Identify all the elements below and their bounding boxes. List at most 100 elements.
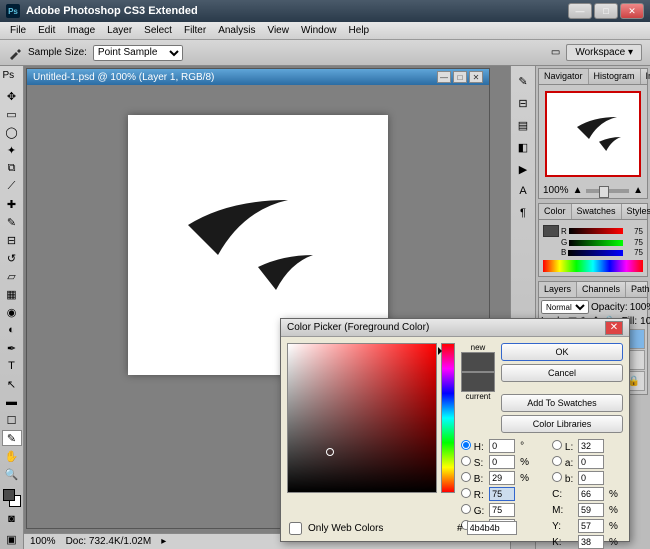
h-radio[interactable] (461, 440, 471, 450)
navigator-thumbnail[interactable] (545, 91, 641, 177)
tab-color[interactable]: Color (539, 204, 572, 219)
wand-tool[interactable]: ✦ (2, 143, 22, 159)
pen-tool[interactable]: ✒ (2, 340, 22, 356)
shape-tool[interactable]: ▬ (2, 394, 22, 410)
hue-slider[interactable] (441, 343, 455, 493)
move-tool[interactable]: ✥ (2, 89, 22, 105)
zoom-slider[interactable] (586, 189, 629, 193)
blend-mode-select[interactable]: Normal (541, 300, 589, 314)
doc-minimize[interactable]: — (437, 71, 451, 83)
b-input[interactable] (489, 471, 515, 485)
gradient-tool[interactable]: ▦ (2, 286, 22, 302)
screenmode-toggle[interactable]: ▣ (2, 530, 22, 548)
s-radio[interactable] (461, 456, 471, 466)
cancel-button[interactable]: Cancel (501, 364, 623, 382)
r-slider[interactable] (569, 228, 623, 234)
tab-layers[interactable]: Layers (539, 282, 577, 297)
color-field[interactable] (287, 343, 437, 493)
brushes-icon[interactable]: ✎ (513, 71, 533, 91)
color-marker[interactable] (326, 448, 334, 456)
h-input[interactable] (489, 439, 515, 453)
tab-histogram[interactable]: Histogram (589, 69, 641, 84)
tab-channels[interactable]: Channels (577, 282, 626, 297)
tab-styles[interactable]: Styles (622, 204, 650, 219)
doc-close[interactable]: ✕ (469, 71, 483, 83)
toolpresets-icon[interactable]: ▤ (513, 115, 533, 135)
r-value[interactable]: 75 (625, 227, 643, 236)
slice-tool[interactable]: ⟋ (2, 179, 22, 195)
status-menu-icon[interactable]: ▸ (161, 536, 166, 547)
dialog-titlebar[interactable]: Color Picker (Foreground Color) ✕ (281, 319, 629, 337)
color-panel-swatch[interactable] (543, 225, 559, 237)
menu-layer[interactable]: Layer (101, 23, 138, 38)
doc-maximize[interactable]: □ (453, 71, 467, 83)
l-input[interactable] (578, 439, 604, 453)
g-slider[interactable] (569, 240, 623, 246)
menu-filter[interactable]: Filter (178, 23, 212, 38)
type-tool[interactable]: T (2, 358, 22, 374)
y-input[interactable] (578, 519, 604, 533)
hex-input[interactable] (467, 521, 517, 535)
opacity-value[interactable]: 100% (630, 302, 650, 313)
brush-tool[interactable]: ✎ (2, 215, 22, 231)
a-radio[interactable] (552, 456, 562, 466)
b-value[interactable]: 75 (625, 248, 643, 257)
blur-tool[interactable]: ◉ (2, 304, 22, 320)
only-web-checkbox[interactable] (289, 522, 302, 535)
color-swatches[interactable] (3, 489, 21, 507)
close-button[interactable]: ✕ (620, 3, 644, 19)
workspace-button[interactable]: Workspace ▾ (566, 44, 642, 61)
zoom-tool[interactable]: 🔍 (2, 466, 22, 482)
tab-info[interactable]: Info (641, 69, 650, 84)
g-input[interactable] (489, 503, 515, 517)
add-swatches-button[interactable]: Add To Swatches (501, 394, 623, 412)
menu-select[interactable]: Select (138, 23, 178, 38)
g-radio[interactable] (461, 504, 471, 514)
zoom-readout[interactable]: 100% (30, 536, 56, 547)
layercomps-icon[interactable]: ◧ (513, 137, 533, 157)
menu-view[interactable]: View (261, 23, 295, 38)
b-slider[interactable] (568, 250, 623, 256)
zoom-out-icon[interactable]: ▲ (573, 185, 583, 196)
screen-mode-icon[interactable]: ▭ (551, 47, 560, 58)
fill-value[interactable]: 100% (640, 316, 650, 327)
hand-tool[interactable]: ✋ (2, 448, 22, 464)
current-color-swatch[interactable] (461, 372, 495, 392)
menu-edit[interactable]: Edit (32, 23, 61, 38)
history-brush-tool[interactable]: ↺ (2, 251, 22, 267)
tab-swatches[interactable]: Swatches (572, 204, 622, 219)
color-libraries-button[interactable]: Color Libraries (501, 415, 623, 433)
menu-help[interactable]: Help (343, 23, 376, 38)
heal-tool[interactable]: ✚ (2, 197, 22, 213)
minimize-button[interactable]: — (568, 3, 592, 19)
clone-icon[interactable]: ⊟ (513, 93, 533, 113)
k-input[interactable] (578, 535, 604, 549)
b-radio[interactable] (461, 472, 471, 482)
menu-file[interactable]: File (4, 23, 32, 38)
crop-tool[interactable]: ⧉ (2, 161, 22, 177)
eyedropper-tool[interactable]: ✎ (2, 430, 22, 446)
ok-button[interactable]: OK (501, 343, 623, 361)
menu-image[interactable]: Image (61, 23, 101, 38)
lb-radio[interactable] (552, 472, 562, 482)
r-radio[interactable] (461, 488, 471, 498)
document-titlebar[interactable]: Untitled-1.psd @ 100% (Layer 1, RGB/8) —… (27, 69, 489, 85)
l-radio[interactable] (552, 440, 562, 450)
m-input[interactable] (578, 503, 604, 517)
quickmask-toggle[interactable]: ◙ (2, 510, 22, 528)
tab-navigator[interactable]: Navigator (539, 69, 589, 84)
maximize-button[interactable]: □ (594, 3, 618, 19)
sample-size-select[interactable]: Point Sample (93, 45, 183, 61)
marquee-tool[interactable]: ▭ (2, 107, 22, 123)
lasso-tool[interactable]: ◯ (2, 125, 22, 141)
stamp-tool[interactable]: ⊟ (2, 233, 22, 249)
menu-analysis[interactable]: Analysis (212, 23, 261, 38)
lb-input[interactable] (578, 471, 604, 485)
s-input[interactable] (489, 455, 515, 469)
dialog-close-button[interactable]: ✕ (605, 321, 623, 335)
fg-color-swatch[interactable] (3, 489, 15, 501)
c-input[interactable] (578, 487, 604, 501)
color-ramp[interactable] (543, 260, 643, 272)
notes-tool[interactable]: ☐ (2, 412, 22, 428)
a-input[interactable] (578, 455, 604, 469)
